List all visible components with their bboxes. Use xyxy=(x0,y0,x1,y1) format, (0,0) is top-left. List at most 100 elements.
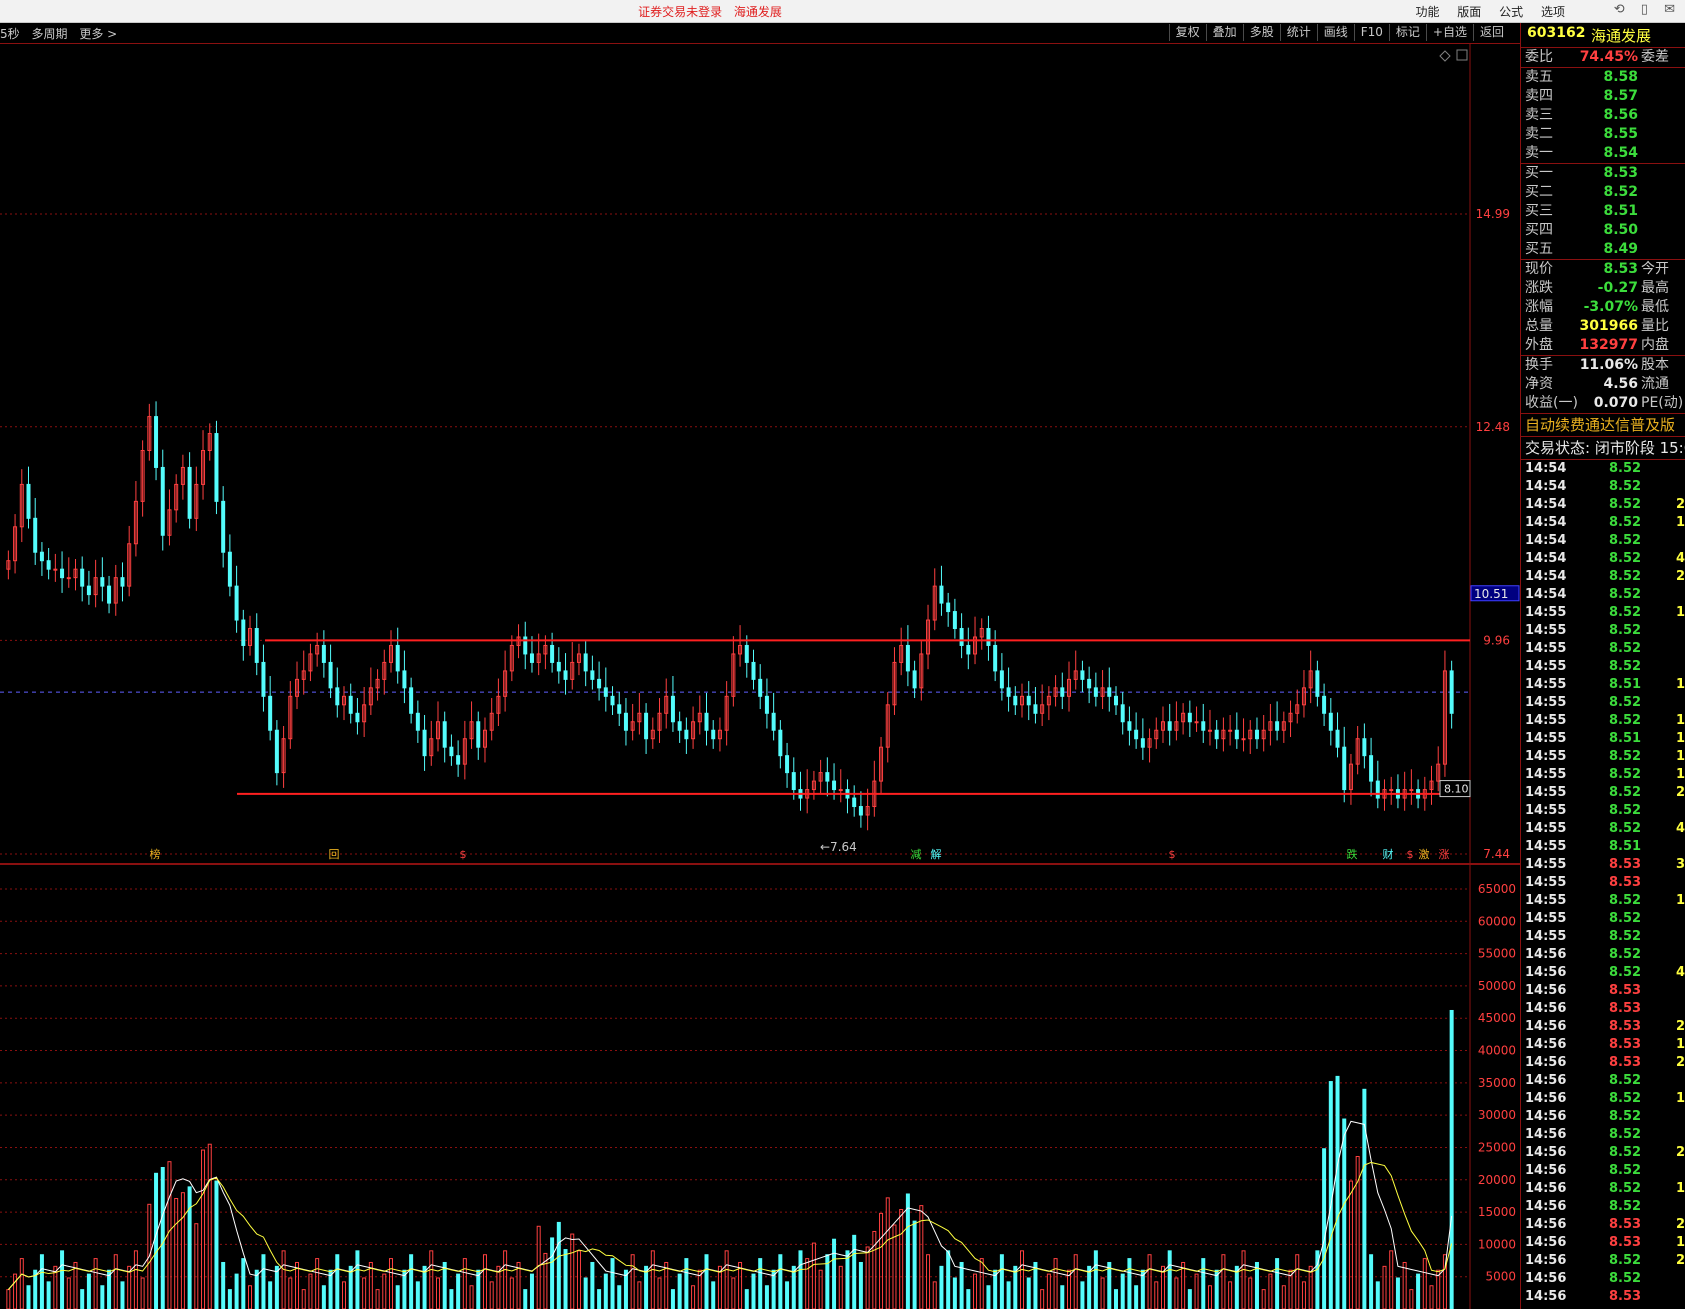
sells-price: 8.55 xyxy=(1603,126,1638,142)
candle-body xyxy=(456,755,461,765)
candle-body xyxy=(1207,729,1212,732)
volume-bar xyxy=(429,1250,434,1309)
candle-body xyxy=(1241,738,1246,741)
volume-bar xyxy=(684,1258,689,1309)
diamond-icon[interactable] xyxy=(1439,50,1451,62)
stat-label-2: 量比 xyxy=(1641,318,1669,334)
volume-bar xyxy=(1362,1088,1367,1309)
candle-body xyxy=(1342,746,1347,791)
tick-row: 14:54 8.52 2 xyxy=(1521,496,1685,514)
tick-volume: 1 xyxy=(1676,767,1685,782)
candle-body xyxy=(1254,729,1259,740)
volume-bar xyxy=(1395,1277,1400,1309)
volume-bar xyxy=(113,1254,118,1309)
more-button[interactable]: 更多 > xyxy=(79,27,117,41)
tick-row: 14:56 8.52 1 xyxy=(1521,1090,1685,1108)
overlay-button[interactable]: 叠加 xyxy=(1205,24,1243,41)
volume-tick-label: 40000 xyxy=(1478,1044,1516,1058)
volume-bar xyxy=(315,1258,320,1309)
mail-icon[interactable]: ✉ xyxy=(1664,2,1675,17)
tick-price: 8.53 xyxy=(1609,1289,1642,1304)
candle-body xyxy=(100,577,105,587)
menu-formula[interactable]: 公式 xyxy=(1499,5,1523,19)
f10-button[interactable]: F10 xyxy=(1353,24,1389,41)
tick-volume: 1 xyxy=(1676,893,1685,908)
login-status[interactable]: 证券交易未登录 xyxy=(638,5,722,19)
tick-list[interactable]: 14:54 8.52 14:54 8.52 14:54 8.52 2 14:54 8.52 1 14… xyxy=(1521,460,1685,1306)
tick-row: 14:55 8.52 2 xyxy=(1521,784,1685,802)
candle-body xyxy=(39,551,44,562)
sells-price: 8.54 xyxy=(1603,145,1638,161)
period-5s[interactable]: 5秒 xyxy=(0,27,20,41)
price-tick-label: 14.99 xyxy=(1476,207,1510,221)
menu-options[interactable]: 选项 xyxy=(1541,5,1565,19)
price-volume-chart[interactable]: 14.99 12.48 9.96 7.44 10.51 ←7.64 8.10 榜 回 $ 减解 $ 跌 财… xyxy=(0,44,1520,1309)
refresh-icon[interactable]: ⟲ xyxy=(1614,2,1625,17)
tick-price: 8.52 xyxy=(1609,767,1642,782)
add-watchlist-button[interactable]: +自选 xyxy=(1425,24,1473,41)
tick-volume: 2 xyxy=(1676,1217,1685,1232)
volume-bar xyxy=(1295,1254,1300,1309)
volume-bar xyxy=(207,1143,212,1309)
volume-bar xyxy=(731,1277,736,1309)
promo-banner[interactable]: 自动续费通达信普及版 xyxy=(1521,413,1685,436)
phone-icon[interactable]: ▯ xyxy=(1641,2,1648,17)
candle-body xyxy=(966,644,971,655)
tick-row: 14:56 8.52 2 xyxy=(1521,1252,1685,1270)
stock-title: 海通发展 xyxy=(733,5,782,19)
tick-time: 14:55 xyxy=(1525,911,1567,926)
volume-bar xyxy=(295,1261,300,1309)
adjust-button[interactable]: 复权 xyxy=(1168,24,1206,41)
tick-time: 14:55 xyxy=(1525,875,1567,890)
candle-body xyxy=(335,687,340,706)
candle-body xyxy=(764,695,769,714)
candle-body xyxy=(1140,738,1145,748)
tick-time: 14:54 xyxy=(1525,569,1567,584)
stat-row: 净资 4.56 流通 xyxy=(1521,375,1685,394)
volume-bar xyxy=(100,1285,105,1309)
volume-bar xyxy=(1228,1281,1233,1309)
candle-body xyxy=(858,806,863,816)
menu-layout[interactable]: 版面 xyxy=(1457,5,1481,19)
buys-label: 买三 xyxy=(1525,203,1553,219)
multi-period-button[interactable]: 多周期 xyxy=(31,27,67,41)
tick-time: 14:54 xyxy=(1525,497,1567,512)
volume-bar xyxy=(19,1258,24,1309)
candle-body xyxy=(1167,721,1172,731)
stat-label-2: 流通 xyxy=(1641,376,1669,392)
volume-bar xyxy=(590,1261,595,1309)
tick-price: 8.52 xyxy=(1609,947,1642,962)
multi-stock-button[interactable]: 多股 xyxy=(1242,24,1280,41)
candle-body xyxy=(221,500,226,553)
volume-bar xyxy=(858,1261,863,1309)
tick-volume: 2 xyxy=(1676,569,1685,584)
tick-time: 14:56 xyxy=(1525,1181,1567,1196)
volume-tick-label: 15000 xyxy=(1478,1205,1516,1219)
panel-toggle-icon[interactable] xyxy=(1456,49,1468,61)
candle-body xyxy=(610,695,615,706)
volume-bar xyxy=(93,1258,98,1309)
tick-time: 14:56 xyxy=(1525,1199,1567,1214)
tick-price: 8.52 xyxy=(1609,911,1642,926)
statistics-button[interactable]: 统计 xyxy=(1279,24,1317,41)
candle-body xyxy=(905,644,910,672)
weibi-row: 委比 74.45% 委差 xyxy=(1521,48,1685,67)
draw-line-button[interactable]: 画线 xyxy=(1316,24,1354,41)
mark-button[interactable]: 标记 xyxy=(1388,24,1426,41)
volume-bar xyxy=(973,1273,978,1309)
volume-bar xyxy=(60,1250,65,1309)
back-button[interactable]: 返回 xyxy=(1472,24,1510,41)
buys-price: 8.50 xyxy=(1603,222,1638,238)
volume-bar xyxy=(576,1250,581,1309)
last-price-tag: 8.10 xyxy=(1444,783,1469,796)
tick-price: 8.52 xyxy=(1609,1163,1642,1178)
menu-function[interactable]: 功能 xyxy=(1415,5,1439,19)
volume-bar xyxy=(1033,1261,1038,1309)
tick-price: 8.52 xyxy=(1609,461,1642,476)
tick-volume: 4 xyxy=(1676,821,1685,836)
stat-row: 外盘 132977 内盘 xyxy=(1521,336,1685,355)
event-marker: 激 xyxy=(1419,847,1430,861)
tick-row: 14:56 8.53 2 xyxy=(1521,1054,1685,1072)
candle-body xyxy=(603,687,608,697)
volume-bar xyxy=(1389,1250,1394,1309)
